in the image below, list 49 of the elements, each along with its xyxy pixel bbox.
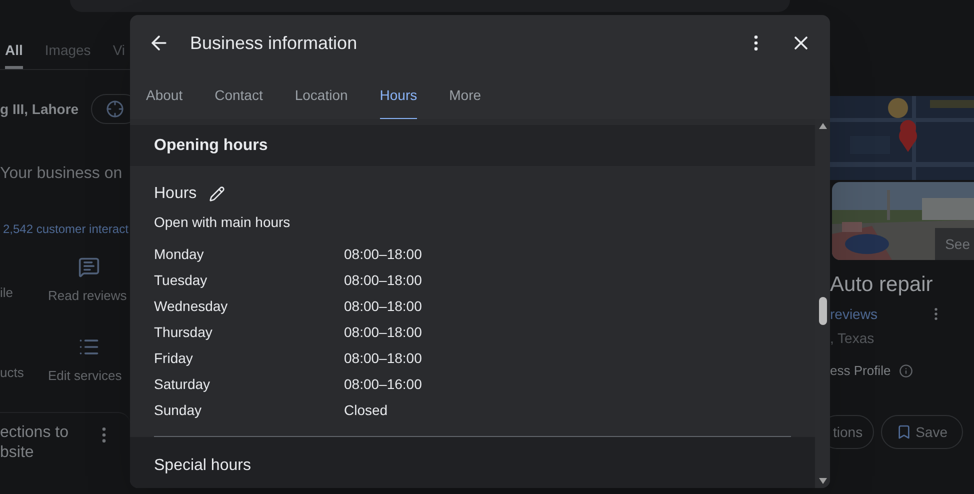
- review-icon: [78, 256, 100, 278]
- search-tab[interactable]: Vi: [112, 40, 126, 69]
- section-heading: Special hours: [154, 457, 251, 474]
- section-heading: Opening hours: [154, 136, 268, 156]
- tab[interactable]: Location: [278, 71, 364, 119]
- day-label: Wednesday: [154, 296, 229, 316]
- target-icon: [106, 100, 124, 118]
- address-text: , Texas: [830, 329, 876, 348]
- action-label[interactable]: ucts: [0, 362, 24, 382]
- see-photos-button[interactable]: See: [935, 228, 974, 260]
- scroll-up-icon[interactable]: [818, 122, 828, 130]
- hours-subtitle: Open with main hours: [154, 213, 292, 231]
- day-label: Tuesday: [154, 270, 208, 290]
- scroll-thumb[interactable]: [818, 297, 826, 325]
- info-icon[interactable]: [898, 364, 913, 378]
- action-label[interactable]: Edit services: [48, 366, 122, 386]
- tab[interactable]: Contact: [198, 71, 279, 119]
- search-tab[interactable]: All: [5, 40, 23, 69]
- hours-heading: Hours: [154, 184, 197, 204]
- day-label: Friday: [154, 348, 194, 368]
- tab[interactable]: About: [130, 71, 199, 119]
- day-label: Thursday: [154, 322, 214, 342]
- search-tab[interactable]: Images: [44, 40, 91, 69]
- scroll-down-icon[interactable]: [818, 477, 828, 485]
- day-label: Sunday: [154, 400, 202, 420]
- save-button[interactable]: Save: [880, 415, 962, 449]
- location-text: g III, Lahore: [0, 100, 79, 119]
- hours-value: Closed: [344, 400, 388, 420]
- action-label[interactable]: ile: [0, 282, 14, 302]
- hours-value: 08:00–18:00: [344, 348, 422, 368]
- tab[interactable]: More: [433, 71, 498, 119]
- day-label: Saturday: [154, 374, 212, 394]
- profile-label: ess Profile: [830, 362, 891, 380]
- day-label: Monday: [154, 244, 205, 264]
- bookmark-icon: [896, 424, 912, 440]
- edit-icon[interactable]: [208, 186, 225, 202]
- hours-value: 08:00–18:00: [344, 244, 422, 264]
- interactions-link[interactable]: 2,542 customer interact: [0, 220, 130, 238]
- hours-value: 08:00–18:00: [344, 270, 422, 290]
- card-title: bsite: [0, 443, 35, 463]
- hours-value: 08:00–18:00: [344, 296, 422, 316]
- card-title: ections to: [0, 423, 68, 443]
- dialog-title: Business information: [190, 32, 358, 54]
- action-label[interactable]: Read reviews: [48, 286, 127, 306]
- business-category: Auto repair: [830, 272, 934, 298]
- hours-value: 08:00–18:00: [344, 322, 422, 342]
- section-heading: Your business on: [0, 164, 122, 184]
- hours-value: 08:00–16:00: [344, 374, 422, 394]
- reviews-link[interactable]: reviews: [830, 304, 878, 324]
